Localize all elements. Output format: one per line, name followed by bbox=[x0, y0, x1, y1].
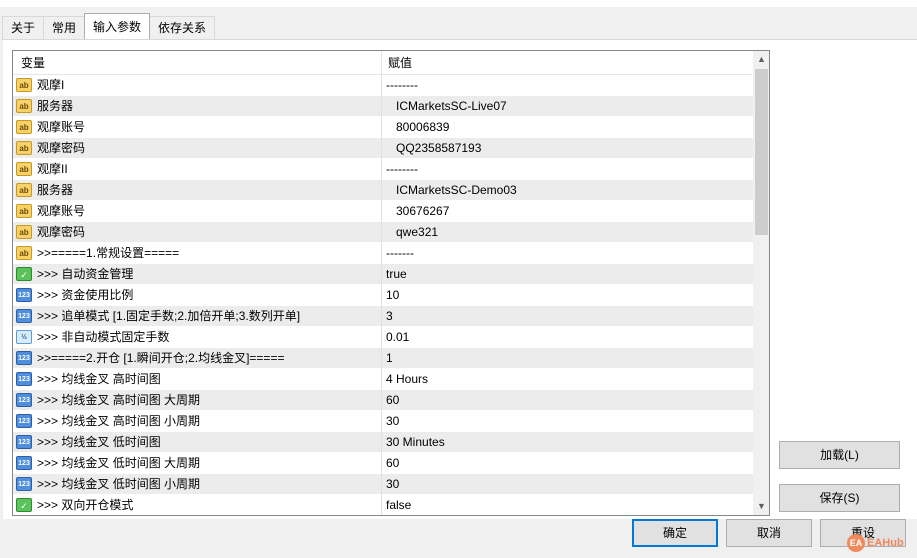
title-strip bbox=[0, 0, 917, 7]
table-row[interactable]: 123 >>> 追单模式 [1.固定手数;2.加倍开单;3.数列开单] 3 bbox=[13, 306, 753, 327]
value-cell[interactable]: 60 bbox=[383, 453, 753, 474]
table-row[interactable]: ✓ >>> 双向开仓模式 false bbox=[13, 495, 753, 515]
table-row[interactable]: ½ >>> 非自动模式固定手数 0.01 bbox=[13, 327, 753, 348]
grid-rows: ab 观摩I -------- ab 服务器 ICMarketsSC-Live07 ab 观… bbox=[13, 75, 753, 515]
column-header-variable[interactable]: 变量 bbox=[13, 51, 382, 75]
value-cell[interactable]: 4 Hours bbox=[383, 369, 753, 390]
value-cell[interactable]: QQ2358587193 bbox=[383, 138, 753, 159]
table-row[interactable]: 123 >>> 均线金叉 低时间图 30 Minutes bbox=[13, 432, 753, 453]
inputs-grid: 变量 赋值 ab 观摩I -------- ab 服务器 ICMarketsSC-Liv… bbox=[12, 50, 770, 516]
value-cell[interactable]: -------- bbox=[383, 159, 753, 180]
variable-name-cell: 观摩密码 bbox=[13, 222, 382, 243]
value-cell[interactable]: 80006839 bbox=[383, 117, 753, 138]
variable-name-cell: 观摩I bbox=[13, 75, 382, 96]
table-row[interactable]: ab 观摩II -------- bbox=[13, 159, 753, 180]
value-cell[interactable]: true bbox=[383, 264, 753, 285]
vertical-scrollbar[interactable]: ▲ ▼ bbox=[753, 51, 769, 515]
table-row[interactable]: ab 观摩I -------- bbox=[13, 75, 753, 96]
scroll-up-icon[interactable]: ▲ bbox=[753, 51, 769, 68]
table-row[interactable]: 123 >>> 均线金叉 低时间图 大周期 60 bbox=[13, 453, 753, 474]
tab-common[interactable]: 常用 bbox=[43, 16, 86, 40]
variable-name-cell: >>> 均线金叉 高时间图 bbox=[13, 369, 382, 390]
value-cell[interactable]: -------- bbox=[383, 75, 753, 96]
ea-properties-dialog: 关于 常用 输入参数 依存关系 变量 赋值 ab 观摩I -------- ab 服务器… bbox=[0, 0, 917, 558]
variable-name-cell: >>=====1.常规设置===== bbox=[13, 243, 382, 264]
grid-header: 变量 赋值 bbox=[13, 51, 753, 75]
table-row[interactable]: 123 >>> 均线金叉 高时间图 4 Hours bbox=[13, 369, 753, 390]
save-button[interactable]: 保存(S) bbox=[779, 484, 900, 512]
table-row[interactable]: ab 观摩密码 QQ2358587193 bbox=[13, 138, 753, 159]
table-row[interactable]: 123 >>=====2.开仓 [1.瞬间开仓;2.均线金叉]===== 1 bbox=[13, 348, 753, 369]
variable-name-cell: 观摩账号 bbox=[13, 117, 382, 138]
value-cell[interactable]: 10 bbox=[383, 285, 753, 306]
value-cell[interactable]: 1 bbox=[383, 348, 753, 369]
eahub-label: EAHub bbox=[867, 537, 904, 549]
table-row[interactable]: ab 服务器 ICMarketsSC-Live07 bbox=[13, 96, 753, 117]
table-row[interactable]: ab 观摩账号 80006839 bbox=[13, 117, 753, 138]
variable-name-cell: 观摩II bbox=[13, 159, 382, 180]
table-row[interactable]: ab >>=====1.常规设置===== ------- bbox=[13, 243, 753, 264]
variable-name-cell: >>> 均线金叉 低时间图 小周期 bbox=[13, 474, 382, 495]
value-cell[interactable]: 30676267 bbox=[383, 201, 753, 222]
scroll-down-icon[interactable]: ▼ bbox=[753, 498, 769, 515]
variable-name-cell: 服务器 bbox=[13, 180, 382, 201]
value-cell[interactable]: 60 bbox=[383, 390, 753, 411]
table-row[interactable]: ab 观摩密码 qwe321 bbox=[13, 222, 753, 243]
value-cell[interactable]: qwe321 bbox=[383, 222, 753, 243]
eahub-logo-icon: EA bbox=[847, 534, 865, 552]
value-cell[interactable]: 30 Minutes bbox=[383, 432, 753, 453]
table-row[interactable]: 123 >>> 均线金叉 低时间图 小周期 30 bbox=[13, 474, 753, 495]
cancel-button[interactable]: 取消 bbox=[726, 519, 812, 547]
column-header-value[interactable]: 赋值 bbox=[383, 51, 753, 75]
value-cell[interactable]: 0.01 bbox=[383, 327, 753, 348]
tab-about[interactable]: 关于 bbox=[2, 16, 45, 40]
variable-name-cell: >>> 均线金叉 高时间图 小周期 bbox=[13, 411, 382, 432]
table-row[interactable]: ab 服务器 ICMarketsSC-Demo03 bbox=[13, 180, 753, 201]
value-cell[interactable]: 3 bbox=[383, 306, 753, 327]
variable-name-cell: >>> 均线金叉 低时间图 bbox=[13, 432, 382, 453]
tab-bar: 关于 常用 输入参数 依存关系 bbox=[2, 13, 216, 40]
ok-button[interactable]: 确定 bbox=[632, 519, 718, 547]
variable-name-cell: 服务器 bbox=[13, 96, 382, 117]
value-cell[interactable]: ------- bbox=[383, 243, 753, 264]
variable-name-cell: 观摩账号 bbox=[13, 201, 382, 222]
variable-name-cell: >>> 资金使用比例 bbox=[13, 285, 382, 306]
variable-name-cell: >>> 均线金叉 低时间图 大周期 bbox=[13, 453, 382, 474]
variable-name-cell: >>> 非自动模式固定手数 bbox=[13, 327, 382, 348]
table-row[interactable]: ab 观摩账号 30676267 bbox=[13, 201, 753, 222]
table-row[interactable]: 123 >>> 均线金叉 高时间图 大周期 60 bbox=[13, 390, 753, 411]
scroll-thumb[interactable] bbox=[755, 69, 768, 235]
table-row[interactable]: 123 >>> 均线金叉 高时间图 小周期 30 bbox=[13, 411, 753, 432]
value-cell[interactable]: 30 bbox=[383, 474, 753, 495]
variable-name-cell: 观摩密码 bbox=[13, 138, 382, 159]
tab-inputs[interactable]: 输入参数 bbox=[84, 13, 151, 39]
variable-name-cell: >>=====2.开仓 [1.瞬间开仓;2.均线金叉]===== bbox=[13, 348, 382, 369]
eahub-watermark: EA EAHub bbox=[847, 533, 904, 553]
value-cell[interactable]: ICMarketsSC-Live07 bbox=[383, 96, 753, 117]
table-row[interactable]: ✓ >>> 自动资金管理 true bbox=[13, 264, 753, 285]
table-row[interactable]: 123 >>> 资金使用比例 10 bbox=[13, 285, 753, 306]
value-cell[interactable]: 30 bbox=[383, 411, 753, 432]
value-cell[interactable]: false bbox=[383, 495, 753, 515]
variable-name-cell: >>> 自动资金管理 bbox=[13, 264, 382, 285]
variable-name-cell: >>> 均线金叉 高时间图 大周期 bbox=[13, 390, 382, 411]
variable-name-cell: >>> 追单模式 [1.固定手数;2.加倍开单;3.数列开单] bbox=[13, 306, 382, 327]
value-cell[interactable]: ICMarketsSC-Demo03 bbox=[383, 180, 753, 201]
load-button[interactable]: 加载(L) bbox=[779, 441, 900, 469]
tab-dependencies[interactable]: 依存关系 bbox=[149, 16, 216, 40]
variable-name-cell: >>> 双向开仓模式 bbox=[13, 495, 382, 515]
